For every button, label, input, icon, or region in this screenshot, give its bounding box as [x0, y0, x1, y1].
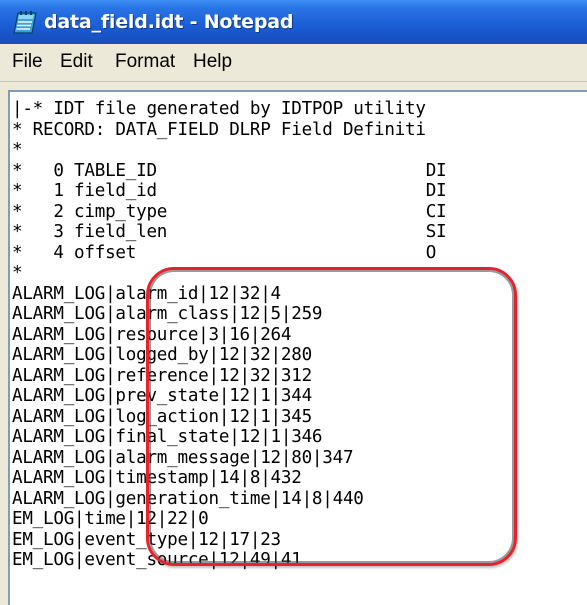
text-line: * 0 TABLE_ID DI: [12, 160, 447, 181]
menu-help[interactable]: Help: [193, 50, 232, 74]
text-line: EM_LOG|time|12|22|0: [12, 509, 209, 529]
text-line: ALARM_LOG|alarm_message|12|80|347: [12, 447, 354, 468]
menu-format[interactable]: Format: [115, 50, 175, 74]
text-line: ALARM_LOG|reference|12|32|312: [12, 365, 312, 386]
text-line: EM_LOG|event_type|12|17|23: [12, 529, 281, 550]
text-line: ALARM_LOG|generation_time|14|8|440: [12, 488, 364, 509]
text-line: * 4 offset O: [12, 242, 437, 263]
window-title: data_field.idt - Notepad: [44, 11, 294, 33]
text-line: * 2 cimp_type CI: [12, 201, 447, 222]
text-line: * RECORD: DATA_FIELD DLRP Field Definiti: [12, 119, 426, 140]
text-line: *: [12, 140, 23, 160]
text-line: EM_LOG|event_source|12|49|41: [12, 550, 302, 570]
text-line: |-* IDT file generated by IDTPOP utility: [12, 99, 426, 119]
menu-bar: File Edit Format Help: [0, 44, 587, 82]
text-editor[interactable]: |-* IDT file generated by IDTPOP utility…: [8, 90, 587, 605]
edit-area: |-* IDT file generated by IDTPOP utility…: [0, 82, 587, 605]
text-line: ALARM_LOG|timestamp|14|8|432: [12, 468, 302, 488]
notepad-icon: [13, 11, 37, 34]
text-line: ALARM_LOG|alarm_class|12|5|259: [12, 304, 323, 324]
text-line: ALARM_LOG|log_action|12|1|345: [12, 406, 312, 427]
title-bar[interactable]: data_field.idt - Notepad: [0, 0, 587, 44]
notepad-window: data_field.idt - Notepad File Edit Forma…: [0, 0, 587, 605]
text-line: ALARM_LOG|logged_by|12|32|280: [12, 345, 312, 365]
text-line: * 1 field_id DI: [12, 181, 447, 201]
text-line: ALARM_LOG|resource|3|16|264: [12, 324, 292, 345]
menu-file[interactable]: File: [12, 50, 43, 74]
text-line: ALARM_LOG|alarm_id|12|32|4: [12, 283, 281, 304]
text-line: *: [12, 263, 23, 283]
text-line: ALARM_LOG|prev_state|12|1|344: [12, 386, 312, 406]
text-line: * 3 field_len SI: [12, 222, 447, 242]
text-line: ALARM_LOG|final_state|12|1|346: [12, 427, 323, 447]
menu-edit[interactable]: Edit: [60, 50, 93, 74]
